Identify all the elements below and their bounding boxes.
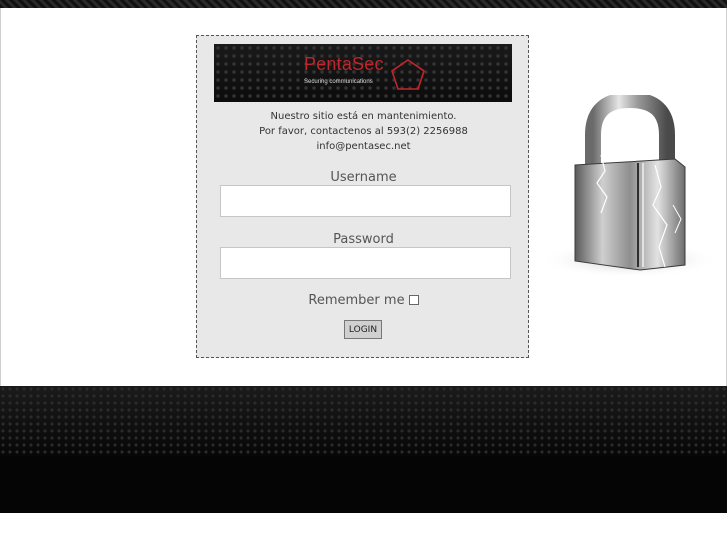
login-button[interactable]: LOGIN	[344, 320, 382, 339]
remember-me-row: Remember me	[197, 293, 530, 308]
footer-pattern	[0, 386, 727, 456]
remember-me-label: Remember me	[308, 293, 405, 308]
login-panel: PentaSec Securing communications Nuestro…	[196, 35, 529, 358]
notice-line-maintenance: Nuestro sitio está en mantenimiento.	[270, 111, 457, 122]
footer-band	[0, 386, 727, 513]
brand-logo-text: PentaSec	[304, 54, 384, 74]
username-label: Username	[330, 170, 397, 185]
password-label: Password	[333, 232, 394, 247]
notice-line-phone: Por favor, contactenos al 593(2) 2256988	[259, 126, 468, 137]
brand-tagline: Securing communications	[304, 79, 373, 85]
username-input[interactable]	[220, 185, 511, 217]
pentagon-icon	[391, 59, 425, 90]
brand-banner: PentaSec Securing communications	[214, 44, 512, 102]
maintenance-notice: Nuestro sitio está en mantenimiento. Por…	[197, 109, 530, 154]
top-decorative-strip	[0, 0, 727, 8]
remember-me-checkbox[interactable]	[408, 295, 419, 305]
notice-line-email: info@pentasec.net	[316, 141, 411, 152]
padlock-icon	[540, 95, 720, 278]
bottom-margin	[0, 513, 727, 545]
password-input[interactable]	[220, 247, 511, 279]
